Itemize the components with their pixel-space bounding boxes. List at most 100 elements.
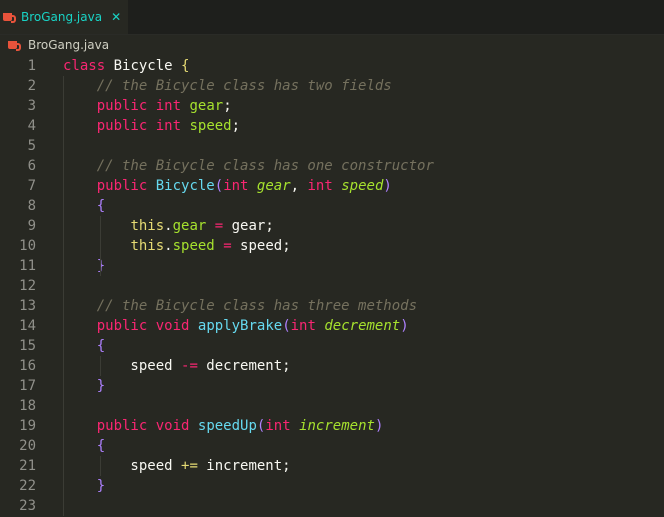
- close-icon[interactable]: ✕: [111, 10, 121, 24]
- indent-guide: [63, 76, 64, 516]
- code-token: int: [223, 178, 249, 194]
- code-token: ;: [265, 218, 274, 234]
- code-token: public: [96, 98, 148, 114]
- line-number-gutter: 1 2 3 4 5 6 7 8 9 10 11 12 13 14 15 16 17 18 19 20 21 22 23: [0, 55, 50, 517]
- code-token: ;: [231, 118, 241, 134]
- line-number: 22: [19, 478, 36, 494]
- code-token: ;: [223, 98, 232, 114]
- code-token: void: [155, 318, 190, 334]
- code-token: (: [214, 178, 224, 194]
- indent-guide: [100, 216, 101, 276]
- line-number: 12: [19, 278, 36, 294]
- code-editor[interactable]: 1 2 3 4 5 6 7 8 9 10 11 12 13 14 15 16 17 18 19 20 21 22 23 cl…: [0, 55, 664, 517]
- line-number: 19: [19, 418, 36, 434]
- code-token: ;: [282, 358, 291, 374]
- tab-brogang-java[interactable]: BroGang.java ✕: [0, 0, 128, 34]
- code-token: Bicycle: [155, 178, 215, 194]
- code-line: speed += increment;: [63, 456, 291, 476]
- code-line: // the Bicycle class has three methods: [63, 296, 417, 316]
- code-token: this: [130, 238, 165, 254]
- code-token: speed: [341, 178, 384, 194]
- code-token: }: [96, 478, 106, 494]
- breadcrumb-file-label[interactable]: BroGang.java: [28, 38, 109, 52]
- line-number: 5: [27, 138, 36, 154]
- line-number: 9: [27, 218, 36, 234]
- code-token: {: [96, 338, 106, 354]
- line-number: 10: [19, 238, 36, 254]
- line-number: 15: [19, 338, 36, 354]
- code-token: ,: [290, 178, 308, 194]
- code-token: gear: [223, 218, 266, 234]
- code-line: }: [63, 256, 105, 276]
- code-token: class: [63, 58, 106, 74]
- code-token: ): [383, 178, 392, 194]
- code-token: Bicycle: [113, 58, 173, 74]
- code-token: gear: [172, 218, 207, 234]
- code-line: public int speed;: [63, 116, 240, 136]
- code-line: }: [63, 376, 105, 396]
- code-token: ;: [282, 458, 291, 474]
- code-token: .: [164, 238, 173, 254]
- indent-guide: [100, 456, 101, 476]
- code-token: ): [400, 318, 409, 334]
- line-number: 21: [19, 458, 36, 474]
- code-line: }: [63, 476, 105, 496]
- code-line: // the Bicycle class has one constructor: [63, 156, 434, 176]
- code-token: public: [96, 118, 148, 134]
- tab-label[interactable]: BroGang.java: [21, 10, 102, 24]
- tab-bar: BroGang.java ✕: [0, 0, 664, 35]
- code-token: this: [130, 218, 165, 234]
- code-area[interactable]: class Bicycle { // the Bicycle class has…: [63, 55, 663, 517]
- code-token: speed: [231, 238, 283, 254]
- code-token: {: [181, 58, 190, 74]
- indent-guide: [100, 356, 101, 376]
- code-token: (: [282, 318, 291, 334]
- code-token: {: [96, 198, 106, 214]
- code-token: int: [307, 178, 333, 194]
- line-number: 3: [27, 98, 36, 114]
- code-line: public int gear;: [63, 96, 232, 116]
- code-token: decrement: [324, 318, 401, 334]
- code-token: ;: [282, 238, 291, 254]
- code-line: {: [63, 196, 105, 216]
- code-line: {: [63, 436, 105, 456]
- code-token: speed: [63, 358, 182, 374]
- line-number: 17: [19, 378, 36, 394]
- breadcrumb: BroGang.java: [0, 35, 664, 55]
- code-line: class Bicycle {: [63, 56, 189, 76]
- code-token: ): [374, 418, 384, 434]
- code-line: // the Bicycle class has two fields: [63, 76, 392, 96]
- code-token: // the Bicycle class has three methods: [96, 298, 418, 314]
- code-token: speed: [172, 238, 215, 254]
- code-token: .: [164, 218, 173, 234]
- code-line: this.gear = gear;: [63, 216, 274, 236]
- code-token: {: [96, 438, 106, 454]
- code-token: increment: [197, 458, 283, 474]
- code-line: public Bicycle(int gear, int speed): [63, 176, 392, 196]
- code-token: // the Bicycle class has two fields: [96, 78, 392, 94]
- code-token: int: [155, 118, 182, 134]
- code-token: int: [155, 98, 182, 114]
- line-number: 13: [19, 298, 36, 314]
